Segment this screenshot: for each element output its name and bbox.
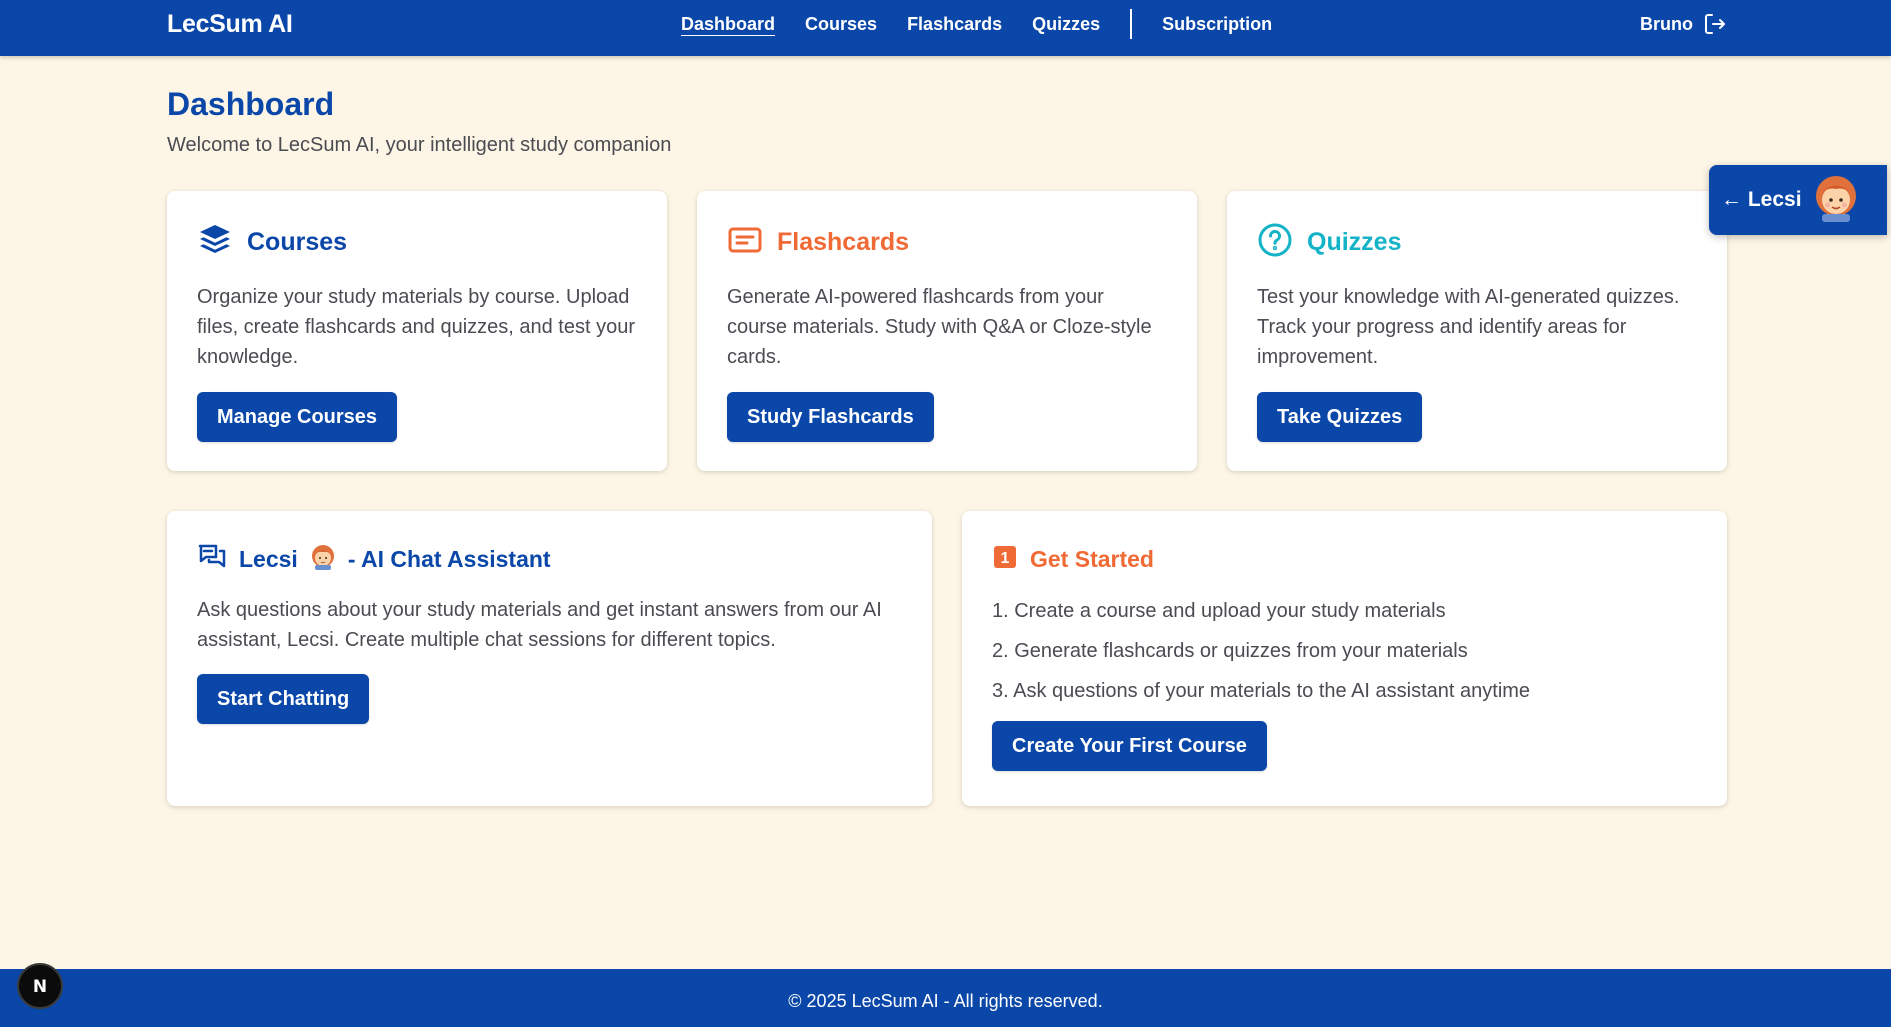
dev-badge-label: N: [33, 977, 47, 997]
top-navbar: LecSum AI Dashboard Courses Flashcards Q…: [0, 0, 1891, 56]
chat-assistant-card: Lecsi - AI Chat Assistant Ask questions …: [167, 511, 932, 806]
flashcards-card: Flashcards Generate AI-powered flashcard…: [697, 191, 1197, 471]
nav-quizzes[interactable]: Quizzes: [1032, 14, 1100, 35]
quizzes-card-title: Quizzes: [1307, 227, 1402, 256]
number-one-icon: 1: [992, 544, 1018, 575]
footer-copyright: © 2025 LecSum AI - All rights reserved.: [788, 991, 1103, 1011]
page-title: Dashboard: [167, 86, 335, 122]
chat-card-description: Ask questions about your study materials…: [197, 599, 882, 651]
lecsi-tab-label[interactable]: ← Lecsi: [1721, 188, 1802, 212]
get-started-card: 1 Get Started 1. Create a course and upl…: [962, 511, 1727, 806]
get-started-title: Get Started: [1030, 545, 1154, 572]
start-chatting-button[interactable]: Start Chatting: [197, 674, 370, 724]
step-item: 3. Ask questions of your materials to th…: [992, 680, 1531, 702]
chat-icon: [197, 542, 227, 577]
brand-logo[interactable]: LecSum AI: [167, 0, 293, 48]
chat-card-title-suffix: - AI Chat Assistant: [347, 545, 551, 572]
flashcards-card-description: Generate AI-powered flashcards from your…: [727, 286, 1152, 368]
nav-dashboard[interactable]: Dashboard: [681, 14, 775, 35]
study-flashcards-button[interactable]: Study Flashcards: [727, 392, 934, 442]
quizzes-card-description: Test your knowledge with AI-generated qu…: [1257, 286, 1680, 368]
flashcard-icon: [727, 222, 763, 263]
take-quizzes-button[interactable]: Take Quizzes: [1257, 392, 1423, 442]
question-circle-icon: [1257, 222, 1293, 263]
quizzes-card-header: Quizzes: [1257, 222, 1697, 262]
lecsi-chat-tab[interactable]: ← Lecsi: [1709, 165, 1887, 235]
quizzes-card: Quizzes Test your knowledge with AI-gene…: [1227, 191, 1727, 471]
dev-tools-badge[interactable]: N: [17, 963, 63, 1009]
step-item: 1. Create a course and upload your study…: [992, 600, 1446, 622]
courses-card-header: Courses: [197, 222, 637, 262]
nav-courses[interactable]: Courses: [805, 14, 877, 35]
main-nav: Dashboard Courses Flashcards Quizzes Sub…: [681, 0, 1302, 48]
courses-card: Courses Organize your study materials by…: [167, 191, 667, 471]
user-name[interactable]: Bruno: [1640, 14, 1693, 35]
user-menu: Bruno: [1640, 0, 1727, 48]
lecsi-avatar-icon[interactable]: [1812, 174, 1860, 227]
logout-icon[interactable]: [1703, 12, 1727, 36]
get-started-steps: 1. Create a course and upload your study…: [992, 591, 1697, 711]
number-one-badge-text: 1: [1001, 550, 1010, 567]
flashcards-card-title: Flashcards: [777, 227, 910, 256]
lecsi-avatar-icon: [310, 544, 336, 575]
courses-card-title: Courses: [247, 227, 348, 256]
get-started-card-header: 1 Get Started: [992, 541, 1697, 577]
nav-subscription[interactable]: Subscription: [1162, 14, 1272, 35]
layers-icon: [197, 222, 233, 263]
nav-divider: [1130, 9, 1133, 39]
nav-flashcards[interactable]: Flashcards: [907, 14, 1002, 35]
page-subtitle: Welcome to LecSum AI, your intelligent s…: [167, 134, 672, 156]
flashcards-card-header: Flashcards: [727, 222, 1167, 262]
create-first-course-button[interactable]: Create Your First Course: [992, 721, 1267, 771]
manage-courses-button[interactable]: Manage Courses: [197, 392, 398, 442]
next-logo-icon: N: [33, 977, 47, 997]
chat-card-header: Lecsi - AI Chat Assistant: [197, 541, 902, 577]
step-item: 2. Generate flashcards or quizzes from y…: [992, 640, 1468, 662]
footer: © 2025 LecSum AI - All rights reserved.: [0, 969, 1891, 1027]
courses-card-description: Organize your study materials by course.…: [197, 286, 636, 368]
chat-card-title-name: Lecsi: [239, 545, 298, 572]
